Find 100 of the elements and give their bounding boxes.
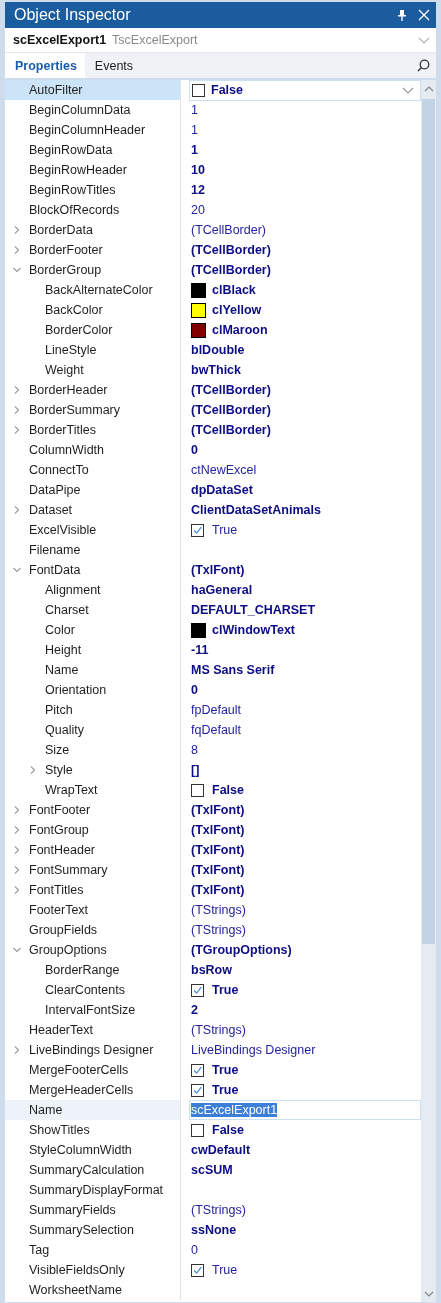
dropdown-caret-icon[interactable] — [402, 86, 414, 94]
property-value: DEFAULT_CHARSET — [191, 603, 316, 617]
property-value: 1 — [191, 103, 198, 117]
property-name[interactable]: StyleColumnWidth — [5, 1140, 181, 1160]
property-name[interactable]: BorderGroup — [5, 260, 181, 280]
inspector-tab[interactable]: Properties — [5, 53, 85, 78]
property-name[interactable]: HeaderText — [5, 1020, 181, 1040]
expand-chevron-icon[interactable] — [13, 886, 21, 894]
property-name[interactable]: BeginRowData — [5, 140, 181, 160]
property-name[interactable]: DataPipe — [5, 480, 181, 500]
property-name[interactable]: VisibleFieldsOnly — [5, 1260, 181, 1280]
property-name[interactable]: Charset — [5, 600, 181, 620]
property-name[interactable]: BorderTitles — [5, 420, 181, 440]
property-name[interactable]: FontFooter — [5, 800, 181, 820]
property-name[interactable]: BeginRowHeader — [5, 160, 181, 180]
close-icon[interactable] — [418, 9, 430, 21]
property-name[interactable]: ShowTitles — [5, 1120, 181, 1140]
property-name[interactable]: Name — [5, 1100, 181, 1120]
checkbox[interactable] — [191, 1263, 204, 1277]
expand-chevron-icon[interactable] — [13, 846, 21, 854]
property-name[interactable]: SummaryDisplayFormat — [5, 1180, 181, 1200]
property-value: 0 — [191, 1243, 198, 1257]
search-icon[interactable] — [417, 59, 430, 72]
property-name[interactable]: BeginColumnHeader — [5, 120, 181, 140]
expand-chevron-icon[interactable] — [13, 426, 21, 434]
property-name[interactable]: BorderColor — [5, 320, 181, 340]
property-name[interactable]: BeginColumnData — [5, 100, 181, 120]
property-name[interactable]: SummaryFields — [5, 1200, 181, 1220]
expand-chevron-icon[interactable] — [13, 806, 21, 814]
scrollbar[interactable] — [421, 80, 436, 1302]
property-value: (TStrings) — [191, 903, 246, 917]
property-name[interactable]: BorderSummary — [5, 400, 181, 420]
property-name[interactable]: Name — [5, 660, 181, 680]
property-name[interactable]: MergeFooterCells — [5, 1060, 181, 1080]
property-name[interactable]: BeginRowTitles — [5, 180, 181, 200]
property-name[interactable]: BorderData — [5, 220, 181, 240]
property-name[interactable]: FontGroup — [5, 820, 181, 840]
property-name[interactable]: FontData — [5, 560, 181, 580]
property-name[interactable]: Filename — [5, 540, 181, 560]
property-name[interactable]: SummaryCalculation — [5, 1160, 181, 1180]
property-name[interactable]: SummarySelection — [5, 1220, 181, 1240]
checkbox[interactable] — [192, 83, 205, 97]
property-name[interactable]: ClearContents — [5, 980, 181, 1000]
property-name[interactable]: Weight — [5, 360, 181, 380]
property-name[interactable]: BackColor — [5, 300, 181, 320]
property-name[interactable]: LineStyle — [5, 340, 181, 360]
expand-chevron-icon[interactable] — [13, 1046, 21, 1054]
property-name[interactable]: Size — [5, 740, 181, 760]
collapse-chevron-icon[interactable] — [13, 946, 21, 954]
property-name[interactable]: Tag — [5, 1240, 181, 1260]
property-name[interactable]: Style — [5, 760, 181, 780]
property-name[interactable]: Alignment — [5, 580, 181, 600]
expand-chevron-icon[interactable] — [13, 506, 21, 514]
property-name[interactable]: GroupFields — [5, 920, 181, 940]
property-name[interactable]: BorderHeader — [5, 380, 181, 400]
property-name[interactable]: BorderRange — [5, 960, 181, 980]
caret-icon[interactable] — [418, 36, 430, 44]
checkbox[interactable] — [191, 783, 204, 797]
property-name[interactable]: LiveBindings Designer — [5, 1040, 181, 1060]
scrollbar-thumb[interactable] — [422, 99, 435, 944]
expand-chevron-icon[interactable] — [29, 766, 37, 774]
property-name[interactable]: Height — [5, 640, 181, 660]
property-name[interactable]: Pitch — [5, 700, 181, 720]
property-name[interactable]: IntervalFontSize — [5, 1000, 181, 1020]
property-name[interactable]: Quality — [5, 720, 181, 740]
property-name[interactable]: Orientation — [5, 680, 181, 700]
inspector-tab[interactable]: Events — [84, 53, 142, 78]
expand-chevron-icon[interactable] — [13, 826, 21, 834]
property-name[interactable]: BorderFooter — [5, 240, 181, 260]
property-name[interactable]: BackAlternateColor — [5, 280, 181, 300]
checkbox[interactable] — [191, 1123, 204, 1137]
property-name[interactable]: ExcelVisible — [5, 520, 181, 540]
property-name[interactable]: ColumnWidth — [5, 440, 181, 460]
pin-icon[interactable] — [398, 9, 406, 21]
property-name[interactable]: GroupOptions — [5, 940, 181, 960]
property-name[interactable]: AutoFilter — [5, 80, 181, 100]
property-value: 1 — [191, 123, 198, 137]
property-name[interactable]: BlockOfRecords — [5, 200, 181, 220]
checkbox[interactable] — [191, 1083, 204, 1097]
property-name[interactable]: WrapText — [5, 780, 181, 800]
property-name[interactable]: FontHeader — [5, 840, 181, 860]
checkbox[interactable] — [191, 983, 204, 997]
property-name[interactable]: Color — [5, 620, 181, 640]
expand-chevron-icon[interactable] — [13, 866, 21, 874]
collapse-chevron-icon[interactable] — [13, 266, 21, 274]
collapse-chevron-icon[interactable] — [13, 566, 21, 574]
expand-chevron-icon[interactable] — [13, 226, 21, 234]
checkbox[interactable] — [191, 523, 204, 537]
value-field[interactable]: scExcelExport1 — [189, 1100, 421, 1120]
expand-chevron-icon[interactable] — [13, 406, 21, 414]
property-name[interactable]: FontTitles — [5, 880, 181, 900]
property-name[interactable]: FontSummary — [5, 860, 181, 880]
expand-chevron-icon[interactable] — [13, 386, 21, 394]
property-name[interactable]: Dataset — [5, 500, 181, 520]
property-name[interactable]: FooterText — [5, 900, 181, 920]
property-name[interactable]: ConnectTo — [5, 460, 181, 480]
expand-chevron-icon[interactable] — [13, 246, 21, 254]
property-value: fqDefault — [191, 723, 242, 737]
checkbox[interactable] — [191, 1063, 204, 1077]
property-name[interactable]: WorksheetName — [5, 1280, 181, 1300]
